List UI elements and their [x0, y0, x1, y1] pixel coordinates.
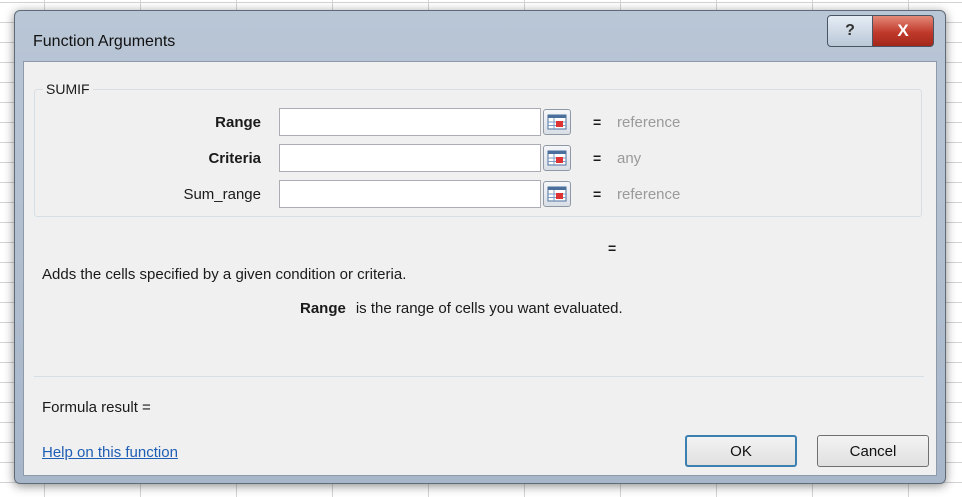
divider [34, 376, 924, 377]
argument-row-sum-range: Sum_range = reference [35, 180, 921, 210]
range-collapse-button[interactable] [543, 109, 571, 135]
criteria-collapse-button[interactable] [543, 145, 571, 171]
argument-description-name: Range [300, 300, 346, 317]
close-button[interactable]: X [872, 15, 934, 47]
argument-description-text: is the range of cells you want evaluated… [355, 300, 623, 317]
function-description: Adds the cells specified by a given cond… [42, 266, 407, 283]
function-arguments-dialog: Function Arguments ? X SUMIF Range = ref… [14, 10, 946, 484]
range-equals: = [593, 114, 602, 130]
dialog-body: SUMIF Range = reference Criteria = any S… [23, 61, 937, 476]
argument-description: Range is the range of cells you want eval… [300, 300, 623, 317]
sum-range-collapse-button[interactable] [543, 181, 571, 207]
collapse-dialog-icon [547, 150, 567, 166]
help-button[interactable]: ? [827, 15, 873, 47]
criteria-label: Criteria [208, 150, 261, 167]
function-result-equals: = [608, 240, 617, 256]
sum-range-result: reference [617, 186, 681, 203]
function-group-box: SUMIF Range = reference Criteria = any S… [34, 81, 922, 217]
help-on-function-link[interactable]: Help on this function [42, 444, 178, 461]
dialog-title: Function Arguments [33, 33, 176, 50]
collapse-dialog-icon [547, 114, 567, 130]
argument-row-criteria: Criteria = any [35, 144, 921, 174]
cancel-button[interactable]: Cancel [817, 435, 929, 467]
range-result: reference [617, 114, 681, 131]
criteria-equals: = [593, 150, 602, 166]
collapse-dialog-icon [547, 186, 567, 202]
sum-range-equals: = [593, 186, 602, 202]
question-icon: ? [845, 22, 855, 39]
sum-range-label: Sum_range [183, 186, 261, 203]
function-name-label: SUMIF [43, 81, 93, 97]
title-bar[interactable]: Function Arguments ? X [15, 11, 945, 61]
close-icon: X [897, 21, 909, 40]
criteria-input[interactable] [279, 144, 541, 172]
formula-result-label: Formula result = [42, 399, 151, 416]
range-input[interactable] [279, 108, 541, 136]
argument-row-range: Range = reference [35, 108, 921, 138]
range-label: Range [215, 114, 261, 131]
sum-range-input[interactable] [279, 180, 541, 208]
criteria-result: any [617, 150, 642, 167]
ok-button[interactable]: OK [685, 435, 797, 467]
